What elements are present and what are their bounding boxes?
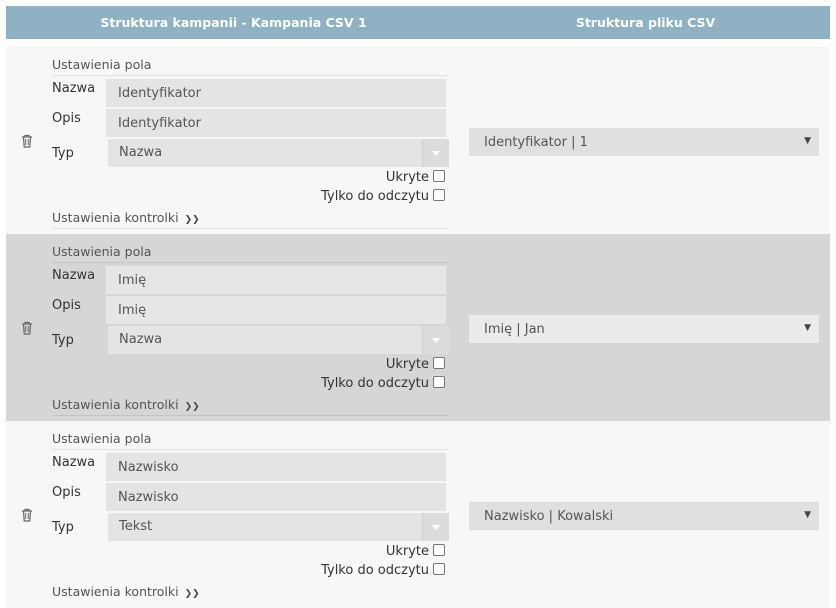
description-input[interactable] (106, 109, 446, 137)
chevron-down-icon: ▼ (804, 510, 811, 520)
csv-column-value: Identyfikator | 1 (484, 135, 588, 150)
csv-column-value: Imię | Jan (484, 322, 545, 337)
readonly-label: Tylko do odczytu (321, 189, 429, 204)
readonly-checkbox[interactable] (433, 189, 445, 201)
type-select-value: Tekst (119, 519, 153, 534)
field-mapping-list: Ustawienia pola Nazwa Opis Typ Nazwa Ukr… (6, 47, 830, 608)
hidden-checkbox[interactable] (433, 357, 445, 369)
chevron-down-icon: ▼ (804, 136, 811, 146)
divider (52, 262, 449, 263)
chevron-down-icon: ▼ (804, 323, 811, 333)
description-input[interactable] (106, 296, 446, 324)
type-select-value: Nazwa (119, 145, 163, 160)
divider (52, 449, 449, 450)
trash-icon[interactable] (21, 508, 33, 522)
type-select[interactable]: Tekst (108, 513, 449, 541)
name-input[interactable] (106, 453, 446, 481)
type-select[interactable]: Nazwa (108, 139, 449, 167)
hidden-label: Ukryte (385, 357, 429, 372)
field-settings-label: Ustawienia pola (52, 431, 152, 446)
divider (52, 75, 449, 76)
control-settings-label: Ustawienia kontrolki (52, 397, 179, 412)
field-row: Ustawienia pola Nazwa Opis Typ Nazwa Ukr… (6, 47, 830, 234)
field-settings-label: Ustawienia pola (52, 244, 152, 259)
readonly-checkbox-row[interactable]: Tylko do odczytu (321, 189, 445, 204)
trash-icon[interactable] (21, 321, 33, 335)
double-chevron-down-icon: ❯❯ (184, 215, 200, 225)
name-label: Nazwa (52, 81, 96, 96)
csv-column-value: Nazwisko | Kowalski (484, 509, 614, 524)
type-label: Typ (52, 146, 74, 161)
control-settings-toggle[interactable]: Ustawienia kontrolki ❯❯ (52, 210, 200, 225)
description-input[interactable] (106, 483, 446, 511)
name-label: Nazwa (52, 268, 96, 283)
readonly-checkbox-row[interactable]: Tylko do odczytu (321, 376, 445, 391)
hidden-checkbox-row[interactable]: Ukryte (386, 357, 445, 372)
chevron-down-icon[interactable] (422, 326, 449, 354)
field-row: Ustawienia pola Nazwa Opis Typ Tekst Ukr… (6, 421, 830, 608)
trash-icon[interactable] (21, 134, 33, 148)
type-select-value: Nazwa (119, 332, 163, 347)
type-label: Typ (52, 520, 74, 535)
readonly-label: Tylko do odczytu (321, 376, 429, 391)
csv-column-select[interactable]: Imię | Jan ▼ (469, 315, 819, 343)
type-label: Typ (52, 333, 74, 348)
field-row: Ustawienia pola Nazwa Opis Typ Nazwa Ukr… (6, 234, 830, 421)
double-chevron-down-icon: ❯❯ (184, 402, 200, 412)
control-settings-label: Ustawienia kontrolki (52, 210, 179, 225)
hidden-label: Ukryte (385, 544, 429, 559)
description-label: Opis (52, 485, 81, 500)
readonly-checkbox[interactable] (433, 563, 445, 575)
table-header: Struktura kampanii - Kampania CSV 1 Stru… (6, 6, 830, 39)
hidden-label: Ukryte (385, 170, 429, 185)
divider (52, 228, 449, 229)
description-label: Opis (52, 111, 81, 126)
readonly-label: Tylko do odczytu (321, 563, 429, 578)
readonly-checkbox-row[interactable]: Tylko do odczytu (321, 563, 445, 578)
readonly-checkbox[interactable] (433, 376, 445, 388)
csv-structure-heading: Struktura pliku CSV (575, 15, 716, 30)
csv-column-select[interactable]: Identyfikator | 1 ▼ (469, 128, 819, 156)
control-settings-toggle[interactable]: Ustawienia kontrolki ❯❯ (52, 584, 200, 599)
hidden-checkbox[interactable] (433, 544, 445, 556)
name-label: Nazwa (52, 455, 96, 470)
hidden-checkbox-row[interactable]: Ukryte (386, 544, 445, 559)
chevron-down-icon[interactable] (422, 139, 449, 167)
type-select[interactable]: Nazwa (108, 326, 449, 354)
hidden-checkbox[interactable] (433, 170, 445, 182)
double-chevron-down-icon: ❯❯ (184, 589, 200, 599)
control-settings-toggle[interactable]: Ustawienia kontrolki ❯❯ (52, 397, 200, 412)
control-settings-label: Ustawienia kontrolki (52, 584, 179, 599)
description-label: Opis (52, 298, 81, 313)
divider (52, 415, 449, 416)
chevron-down-icon[interactable] (422, 513, 449, 541)
field-settings-label: Ustawienia pola (52, 57, 152, 72)
hidden-checkbox-row[interactable]: Ukryte (386, 170, 445, 185)
campaign-structure-heading: Struktura kampanii - Kampania CSV 1 (100, 15, 367, 30)
name-input[interactable] (106, 266, 446, 294)
csv-column-select[interactable]: Nazwisko | Kowalski ▼ (469, 502, 819, 530)
name-input[interactable] (106, 79, 446, 107)
